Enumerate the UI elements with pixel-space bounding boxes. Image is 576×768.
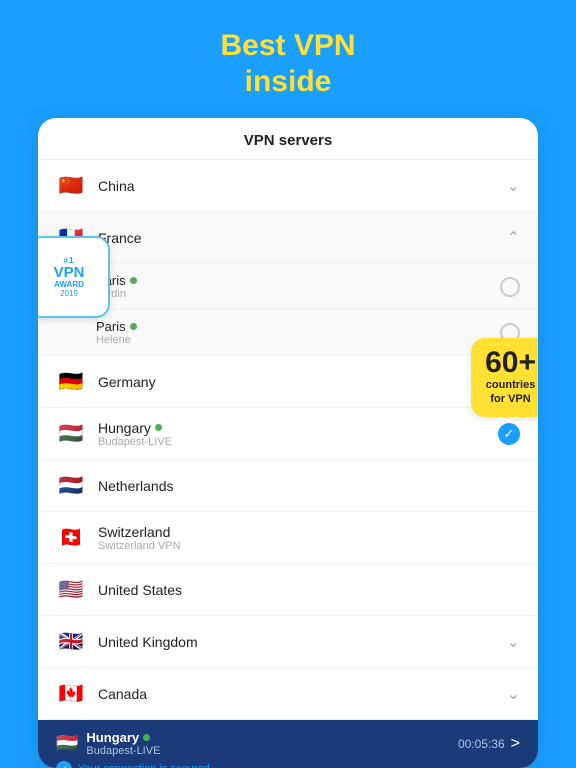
chevron-canada: ⌄: [507, 684, 520, 704]
server-row-netherlands[interactable]: 🇳🇱 Netherlands: [38, 460, 538, 512]
flag-us: 🇺🇸: [56, 575, 86, 605]
chevron-china: ⌄: [507, 176, 520, 196]
sub-server-name-paris1: Paris: [96, 273, 500, 288]
secured-row: ✓ Your connection is secured: [56, 761, 520, 768]
server-row-us[interactable]: 🇺🇸 United States: [38, 564, 538, 616]
chevron-uk: ⌄: [507, 632, 520, 652]
sub-row-paris2[interactable]: Paris Helene: [38, 310, 538, 356]
countries-number: 60+: [485, 348, 536, 378]
dot-hungary: [155, 424, 162, 431]
server-name-us: United States: [98, 582, 520, 598]
bottom-server-name: Budapest-LIVE: [86, 745, 160, 757]
radio-paris1[interactable]: [500, 277, 520, 297]
secured-check-icon: ✓: [56, 761, 72, 768]
bottom-left-info: 🇭🇺 Hungary Budapest-LIVE: [56, 730, 160, 757]
flag-china: 🇨🇳: [56, 171, 86, 201]
server-name-netherlands: Netherlands: [98, 478, 520, 494]
hero-title-line1: Best VPN: [220, 28, 355, 64]
countries-badge: 60+ countries for VPN: [471, 338, 538, 417]
hero-title-line2: inside: [220, 64, 355, 100]
dot-paris1: [130, 277, 137, 284]
server-row-china[interactable]: 🇨🇳 China ⌄: [38, 160, 538, 212]
bottom-country-name: Hungary: [86, 730, 160, 745]
bottom-flag: 🇭🇺: [56, 733, 78, 754]
card-header-text: VPN servers: [244, 132, 332, 149]
sub-server-sub-paris2: Helene: [96, 334, 500, 346]
dot-bottom: [143, 734, 150, 741]
server-name-germany: Germany: [98, 374, 507, 390]
bottom-right-info: 00:05:36 >: [458, 735, 520, 753]
server-name-france: France: [98, 230, 507, 246]
bottom-arrow-icon[interactable]: >: [511, 735, 520, 753]
sub-server-name-paris2: Paris: [96, 319, 500, 334]
server-row-uk[interactable]: 🇬🇧 United Kingdom ⌄: [38, 616, 538, 668]
server-row-canada[interactable]: 🇨🇦 Canada ⌄: [38, 668, 538, 720]
flag-canada: 🇨🇦: [56, 679, 86, 709]
flag-netherlands: 🇳🇱: [56, 471, 86, 501]
server-row-france[interactable]: 🇫🇷 France ⌃: [38, 212, 538, 264]
bottom-country-text: Hungary: [86, 730, 139, 745]
countries-label-line2: for VPN: [485, 392, 536, 406]
award-year: 2019: [60, 289, 78, 298]
server-sub-switzerland: Switzerland VPN: [98, 540, 520, 552]
sub-row-paris1[interactable]: Paris Jardin: [38, 264, 538, 310]
flag-switzerland: 🇨🇭: [56, 523, 86, 553]
vpn-card: #1 VPN AWARD 2019 60+ countries for VPN …: [38, 118, 538, 768]
server-list: 🇨🇳 China ⌄ 🇫🇷 France ⌃ Paris Jardin: [38, 160, 538, 720]
server-sub-hungary: Budapest-LIVE: [98, 436, 498, 448]
check-hungary: ✓: [498, 423, 520, 445]
sub-server-sub-paris1: Jardin: [96, 288, 500, 300]
bottom-status-row: 🇭🇺 Hungary Budapest-LIVE 00:05:36 >: [56, 730, 520, 757]
secured-text: Your connection is secured: [78, 763, 210, 768]
card-header: VPN servers: [38, 118, 538, 160]
bottom-timer: 00:05:36: [458, 737, 505, 751]
server-name-uk: United Kingdom: [98, 634, 507, 650]
flag-hungary: 🇭🇺: [56, 419, 86, 449]
award-vpn-label: VPN: [54, 265, 85, 280]
bottom-bar: 🇭🇺 Hungary Budapest-LIVE 00:05:36 > ✓ Yo…: [38, 720, 538, 768]
countries-label-line1: countries: [485, 378, 536, 392]
award-award-label: AWARD: [54, 280, 84, 289]
chevron-france: ⌃: [507, 228, 520, 248]
dot-paris2: [130, 323, 137, 330]
server-row-hungary[interactable]: 🇭🇺 Hungary Budapest-LIVE ✓: [38, 408, 538, 460]
award-badge: #1 VPN AWARD 2019: [38, 236, 110, 318]
flag-uk: 🇬🇧: [56, 627, 86, 657]
server-name-china: China: [98, 178, 507, 194]
flag-germany: 🇩🇪: [56, 367, 86, 397]
server-row-switzerland[interactable]: 🇨🇭 Switzerland Switzerland VPN: [38, 512, 538, 564]
server-name-switzerland: Switzerland: [98, 524, 520, 540]
server-name-canada: Canada: [98, 686, 507, 702]
hero-section: Best VPN inside: [220, 28, 355, 100]
server-name-hungary: Hungary: [98, 420, 498, 436]
server-row-germany[interactable]: 🇩🇪 Germany ⌄: [38, 356, 538, 408]
